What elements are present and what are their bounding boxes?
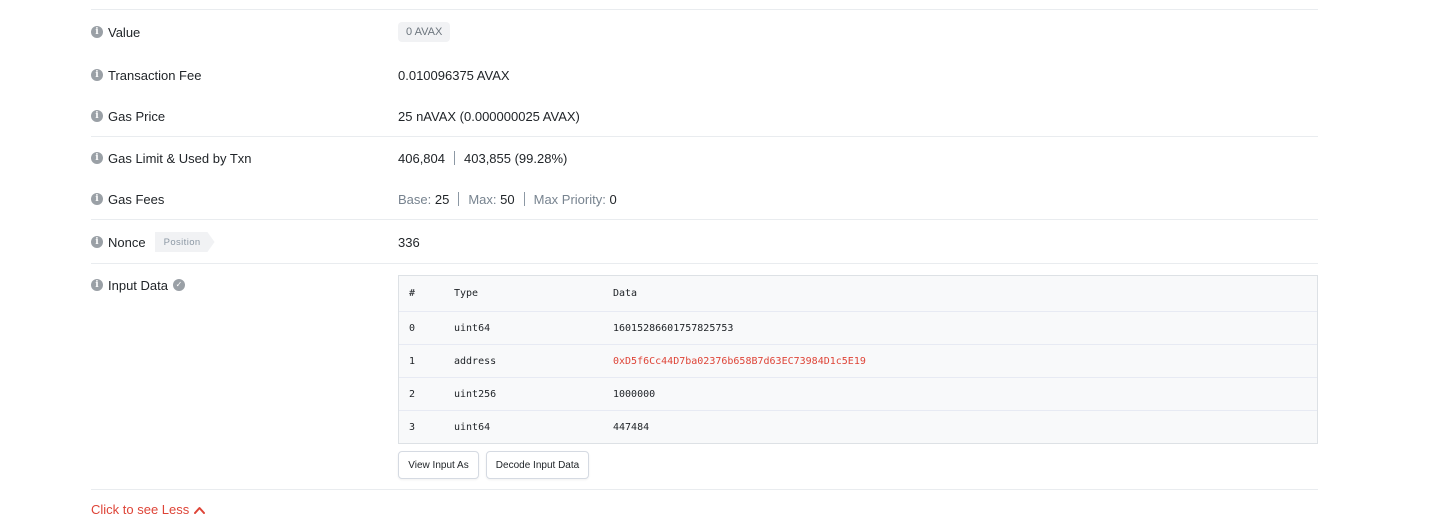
- gas-price-label: i Gas Price: [91, 109, 165, 124]
- value-label: i Value: [91, 25, 140, 40]
- info-icon[interactable]: i: [91, 236, 103, 248]
- info-icon[interactable]: i: [91, 26, 103, 38]
- row-type: uint256: [454, 388, 497, 400]
- value-badge: 0 AVAX: [398, 22, 451, 42]
- value-value: 0 AVAX: [398, 22, 451, 42]
- table-header-row: # Type Data: [399, 276, 1317, 312]
- gas-limit: 406,804: [398, 150, 445, 166]
- decode-input-data-button[interactable]: Decode Input Data: [486, 451, 589, 479]
- divider: [91, 136, 1318, 137]
- gas-fees-row: i Gas Fees Base: 25 Max: 50 Max Priority…: [91, 188, 1318, 210]
- row-data: 16015286601757825753: [613, 322, 734, 334]
- separator: [523, 192, 525, 206]
- transaction-fee-row: i Transaction Fee 0.010096375 AVAX: [91, 64, 1318, 86]
- position-tag[interactable]: Position: [154, 232, 215, 252]
- divider: [91, 9, 1318, 10]
- divider: [91, 489, 1318, 490]
- input-data-table: # Type Data 0 uint64 1601528660175782575…: [398, 275, 1318, 444]
- gas-limit-label: i Gas Limit & Used by Txn: [91, 151, 252, 166]
- base-fee-label: Base:: [398, 191, 432, 207]
- info-icon[interactable]: i: [91, 152, 103, 164]
- value-row: i Value 0 AVAX: [91, 21, 1318, 43]
- transaction-fee-value: 0.010096375 AVAX: [398, 67, 510, 83]
- gas-price-row: i Gas Price 25 nAVAX (0.000000025 AVAX): [91, 105, 1318, 127]
- max-fee-value: 50: [500, 191, 515, 207]
- table-row: 1 address 0xD5f6Cc44D7ba02376b658B7d63EC…: [399, 345, 1317, 378]
- info-icon[interactable]: i: [91, 193, 103, 205]
- max-priority-label: Max Priority:: [533, 191, 606, 207]
- row-index: 2: [409, 388, 416, 400]
- info-icon[interactable]: i: [91, 110, 103, 122]
- gas-price-value: 25 nAVAX (0.000000025 AVAX): [398, 108, 580, 124]
- chevron-up-icon: [194, 506, 206, 514]
- base-fee-value: 25: [434, 191, 450, 207]
- table-row: 3 uint64 447484: [399, 411, 1317, 444]
- table-row: 2 uint256 1000000: [399, 378, 1317, 411]
- table-row: 0 uint64 16015286601757825753: [399, 312, 1317, 345]
- info-icon[interactable]: i: [91, 279, 103, 291]
- view-input-as-button[interactable]: View Input As: [398, 451, 479, 479]
- table-header-index: #: [409, 288, 416, 299]
- table-header-type: Type: [454, 288, 479, 299]
- divider: [91, 219, 1318, 220]
- see-less-toggle[interactable]: Click to see Less: [91, 502, 206, 517]
- table-header-data: Data: [613, 288, 638, 299]
- row-index: 3: [409, 422, 416, 433]
- separator: [458, 192, 460, 206]
- gas-used: 403,855 (99.28%): [464, 150, 568, 166]
- nonce-label: i Nonce Position: [91, 232, 215, 252]
- row-index: 1: [409, 355, 416, 367]
- row-data: 447484: [613, 422, 650, 433]
- gas-fees-label: i Gas Fees: [91, 192, 164, 207]
- row-type: address: [454, 355, 497, 367]
- row-type: uint64: [454, 322, 491, 334]
- gas-limit-value: 406,804 403,855 (99.28%): [398, 151, 567, 166]
- row-index: 0: [409, 322, 416, 334]
- check-circle-icon: ✓: [173, 279, 185, 291]
- info-icon[interactable]: i: [91, 69, 103, 81]
- see-less-label: Click to see Less: [91, 502, 190, 517]
- input-data-label: i Input Data ✓: [91, 278, 185, 293]
- transaction-fee-label: i Transaction Fee: [91, 68, 201, 83]
- max-fee-label: Max:: [468, 191, 497, 207]
- row-type: uint64: [454, 422, 491, 433]
- row-data: 1000000: [613, 388, 656, 400]
- separator: [454, 151, 455, 165]
- nonce-row: i Nonce Position 336: [91, 231, 1318, 253]
- gas-limit-row: i Gas Limit & Used by Txn 406,804 403,85…: [91, 147, 1318, 169]
- gas-fees-value: Base: 25 Max: 50 Max Priority: 0: [398, 192, 617, 207]
- address-link[interactable]: 0xD5f6Cc44D7ba02376b658B7d63EC73984D1c5E…: [613, 356, 866, 367]
- max-priority-value: 0: [609, 191, 617, 207]
- divider: [91, 263, 1318, 264]
- nonce-value: 336: [398, 234, 420, 250]
